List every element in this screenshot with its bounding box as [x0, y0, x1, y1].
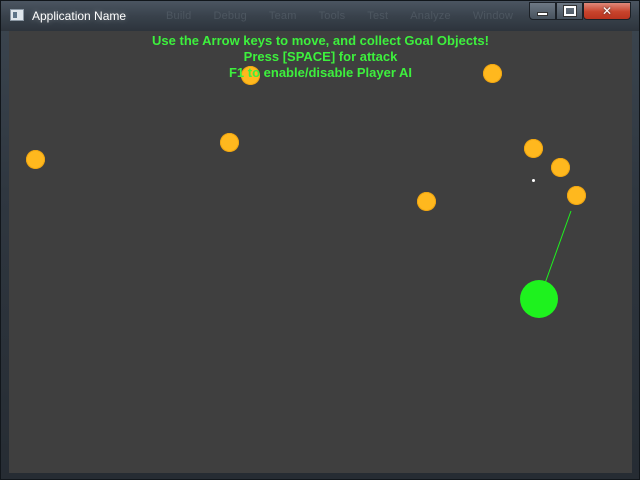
goal-object [524, 139, 543, 158]
close-icon: ✕ [601, 4, 613, 18]
ghost-menu-item: Tools [318, 10, 346, 22]
minimize-icon [537, 12, 548, 16]
ghost-menu-item: Test [367, 10, 389, 22]
application-window: Build Debug Team Tools Test Analyze Window App… [0, 0, 640, 480]
title-bar[interactable]: Build Debug Team Tools Test Analyze Window App… [1, 1, 639, 31]
window-title: Application Name [32, 9, 127, 23]
minimize-button[interactable] [529, 2, 556, 20]
instruction-line-move: Use the Arrow keys to move, and collect … [152, 33, 489, 48]
goal-object [26, 150, 45, 169]
maximize-icon [563, 6, 576, 16]
close-button[interactable]: ✕ [583, 2, 631, 20]
player-character [520, 280, 558, 318]
app-icon[interactable] [10, 9, 24, 21]
ghost-menu-item: Analyze [410, 10, 451, 22]
goal-object [551, 158, 570, 177]
instruction-line-ai: F1 to enable/disable Player AI [228, 65, 413, 80]
game-canvas[interactable]: Use the Arrow keys to move, and collect … [9, 31, 632, 473]
aim-line-layer [538, 210, 572, 301]
goal-object [220, 133, 239, 152]
ghost-menu-item: Window [472, 10, 514, 22]
goal-object [567, 186, 586, 205]
instructions-overlay: Use the Arrow keys to move, and collect … [9, 33, 632, 81]
background-menu-reflection: Build Debug Team Tools Test Analyze Window [166, 10, 535, 24]
goal-object [417, 192, 436, 211]
instruction-line-attack: Press [SPACE] for attack [243, 49, 398, 64]
ghost-menu-item: Team [268, 10, 297, 22]
projectile [532, 179, 535, 182]
ghost-menu-item: Debug [213, 10, 247, 22]
maximize-button[interactable] [556, 2, 583, 20]
ghost-menu-item: Build [166, 10, 192, 22]
